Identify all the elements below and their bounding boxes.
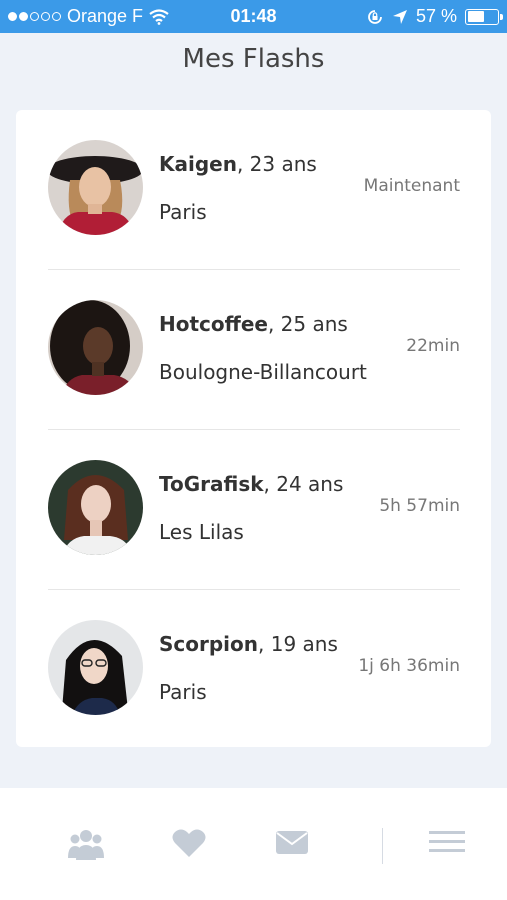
profile-name-age: Kaigen, 23 ans <box>159 152 317 176</box>
tab-messages[interactable] <box>275 828 309 860</box>
tab-separator <box>382 828 383 864</box>
flashes-card: Kaigen, 23 ans Paris Maintenant Hotcoffe… <box>16 110 491 747</box>
mail-icon <box>276 831 308 854</box>
flash-time: 1j 6h 36min <box>358 656 460 676</box>
profile-name: ToGrafisk <box>159 472 264 496</box>
profile-name-age: Hotcoffee, 25 ans <box>159 312 348 336</box>
profile-age: , 25 ans <box>267 312 348 336</box>
system-indicators: 57 % <box>366 6 503 27</box>
profile-age: , 19 ans <box>258 632 338 656</box>
location-arrow-icon <box>392 9 407 24</box>
tab-favorites[interactable] <box>172 828 206 862</box>
profile-city: Boulogne-Billancourt <box>159 360 367 384</box>
heart-icon <box>172 829 206 857</box>
page-title: Mes Flashs <box>182 44 325 74</box>
bottom-tab-bar <box>0 788 507 900</box>
avatar[interactable] <box>48 300 143 395</box>
menu-icon <box>429 831 465 852</box>
profile-name: Scorpion <box>159 632 259 656</box>
profile-city: Paris <box>159 680 207 704</box>
battery-icon <box>465 8 503 25</box>
profile-name-age: ToGrafisk, 24 ans <box>159 472 343 496</box>
profile-name: Hotcoffee <box>159 312 268 336</box>
flash-list-item[interactable]: Hotcoffee, 25 ans Boulogne-Billancourt 2… <box>48 270 460 430</box>
avatar[interactable] <box>48 140 143 235</box>
flash-list-item[interactable]: ToGrafisk, 24 ans Les Lilas 5h 57min <box>48 430 460 590</box>
tab-menu[interactable] <box>428 828 466 860</box>
profile-name: Kaigen <box>159 152 237 176</box>
status-bar: Orange F 01:48 57 % <box>0 0 507 33</box>
rotation-lock-icon <box>368 9 382 24</box>
flash-time: Maintenant <box>363 176 460 196</box>
profile-name-age: Scorpion, 19 ans <box>159 632 338 656</box>
avatar[interactable] <box>48 620 143 715</box>
profile-age: , 23 ans <box>236 152 317 176</box>
flash-time: 22min <box>406 336 460 356</box>
flash-list-item[interactable]: Kaigen, 23 ans Paris Maintenant <box>48 110 460 270</box>
flash-list-item[interactable]: Scorpion, 19 ans Paris 1j 6h 36min <box>48 590 460 750</box>
tab-members[interactable] <box>68 828 104 864</box>
avatar[interactable] <box>48 460 143 555</box>
profile-city: Les Lilas <box>159 520 244 544</box>
profile-city: Paris <box>159 200 207 224</box>
battery-percentage: 57 % <box>415 6 457 26</box>
flash-time: 5h 57min <box>379 496 460 516</box>
group-icon <box>68 830 104 860</box>
profile-age: , 24 ans <box>263 472 344 496</box>
